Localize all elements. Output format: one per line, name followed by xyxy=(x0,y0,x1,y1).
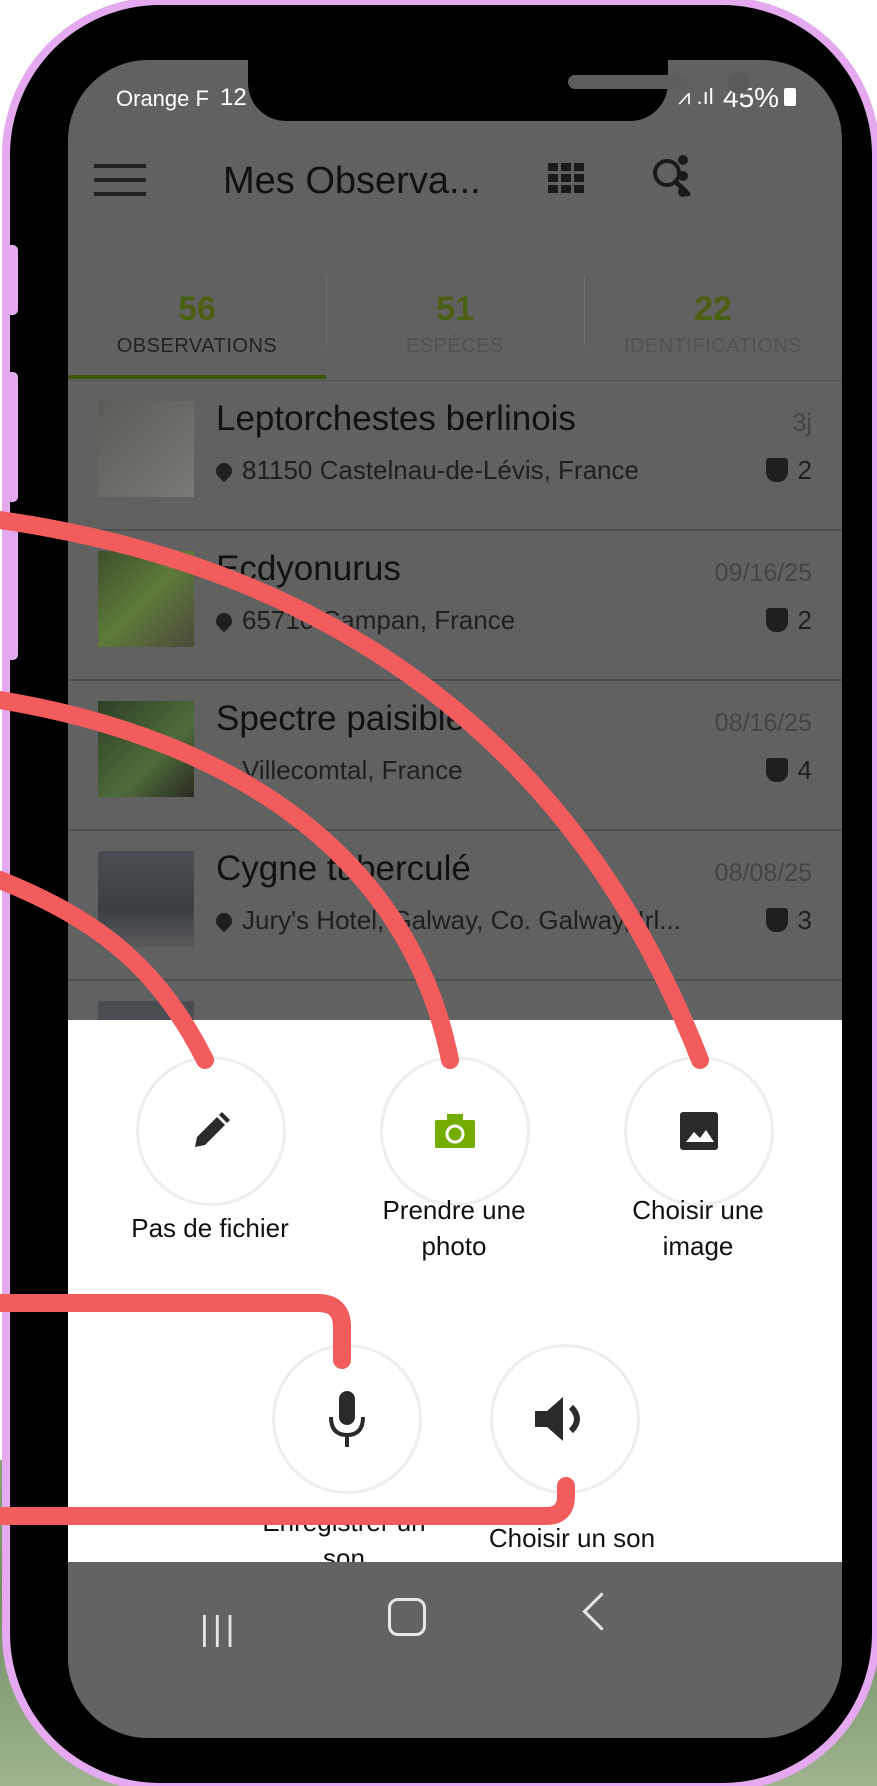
pencil-icon xyxy=(195,1112,230,1147)
tab-identifications[interactable]: 22 IDENTIFICATIONS xyxy=(584,270,842,380)
take-photo-label: Prendre une photo xyxy=(382,1195,526,1261)
tab-especes[interactable]: 51 ESPÈCES xyxy=(326,270,584,380)
list-item[interactable]: Cygne tuberculé 08/08/25 Jury's Hotel, G… xyxy=(68,831,842,981)
phone-side-button xyxy=(2,372,18,502)
no-file-button[interactable] xyxy=(136,1056,286,1206)
choose-image-label: Choisir une image xyxy=(632,1195,764,1261)
observation-thumbnail xyxy=(98,701,194,797)
observation-date: 09/16/25 xyxy=(714,559,812,587)
image-icon xyxy=(680,1112,718,1150)
location-pin-icon xyxy=(212,909,236,933)
identification-icon xyxy=(765,608,788,632)
identification-count: 4 xyxy=(765,755,812,786)
observation-date: 08/16/25 xyxy=(714,709,812,737)
phone-screen: Orange F 12 ⩘ .ıl 45% Mes Observa... 56 … xyxy=(68,60,842,1738)
observation-thumbnail xyxy=(98,1001,194,1020)
home-icon[interactable] xyxy=(388,1598,426,1636)
observation-title: Cygne tuberculé xyxy=(216,849,471,888)
list-item[interactable]: Ecdyonurus 09/16/25 65710 Campan, France… xyxy=(68,531,842,681)
system-nav-bar: ||| xyxy=(68,1562,842,1738)
observation-thumbnail xyxy=(98,401,194,497)
take-photo-button[interactable] xyxy=(380,1056,530,1206)
page-title: Mes Observa... xyxy=(223,160,481,202)
back-icon[interactable] xyxy=(582,1592,621,1631)
observation-title: Ecdyonurus xyxy=(216,549,401,588)
tab-label: OBSERVATIONS xyxy=(116,335,278,357)
choose-image-button[interactable] xyxy=(624,1056,774,1206)
add-observation-sheet: Pas de fichier Prendre une photo Choisir… xyxy=(68,1020,842,1573)
observation-location: 81150 Castelnau-de-Lévis, France xyxy=(212,455,639,486)
observation-thumbnail xyxy=(98,551,194,647)
identification-count: 2 xyxy=(765,605,812,636)
identification-count: 3 xyxy=(765,905,812,936)
phone-side-button xyxy=(2,520,18,660)
menu-icon[interactable] xyxy=(94,158,146,198)
choose-sound-button[interactable] xyxy=(490,1344,640,1494)
battery-icon xyxy=(784,88,796,106)
choose-sound-label: Choisir un son xyxy=(488,1523,656,1553)
observation-location: Villecomtal, France xyxy=(212,755,463,786)
speaker-volume-icon xyxy=(535,1397,580,1441)
location-pin-icon xyxy=(212,459,236,483)
observation-thumbnail xyxy=(98,851,194,947)
recents-icon[interactable]: ||| xyxy=(200,1610,239,1649)
observation-date: 3j xyxy=(792,409,812,437)
record-sound-button[interactable] xyxy=(272,1344,422,1494)
grid-view-icon[interactable] xyxy=(548,163,586,193)
list-item[interactable]: Leptorchestes berlinois 3j 81150 Casteln… xyxy=(68,381,842,531)
camera-icon xyxy=(435,1114,475,1148)
identification-icon xyxy=(765,758,788,782)
identification-icon xyxy=(765,908,788,932)
phone-side-button xyxy=(2,245,18,315)
identification-icon xyxy=(765,458,788,482)
front-camera xyxy=(728,72,750,94)
speaker-grille xyxy=(568,75,688,89)
tab-count: 22 xyxy=(694,290,732,328)
carrier-name: Orange F xyxy=(116,86,209,111)
no-file-label: Pas de fichier xyxy=(131,1213,289,1243)
observation-location: Jury's Hotel, Galway, Co. Galway, Irl... xyxy=(212,905,681,936)
active-tab-indicator xyxy=(68,375,326,379)
list-item[interactable]: Spectre paisible 08/16/25 Villecomtal, F… xyxy=(68,681,842,831)
identification-count: 2 xyxy=(765,455,812,486)
status-time: 12 xyxy=(220,84,247,111)
observation-title: Leptorchestes berlinois xyxy=(216,399,576,438)
tab-label: ESPÈCES xyxy=(406,335,504,357)
tab-count: 56 xyxy=(178,290,216,328)
more-options-icon[interactable] xyxy=(676,154,690,198)
tab-observations[interactable]: 56 OBSERVATIONS xyxy=(68,270,326,380)
location-pin-icon xyxy=(212,609,236,633)
observation-title: Spectre paisible xyxy=(216,699,466,738)
tab-label: IDENTIFICATIONS xyxy=(623,335,803,357)
observation-location: 65710 Campan, France xyxy=(212,605,515,636)
location-pin-icon xyxy=(212,759,236,783)
observation-date: 08/08/25 xyxy=(714,859,812,887)
tab-count: 51 xyxy=(436,290,474,328)
camera-notch xyxy=(248,60,750,121)
microphone-icon xyxy=(329,1391,365,1447)
